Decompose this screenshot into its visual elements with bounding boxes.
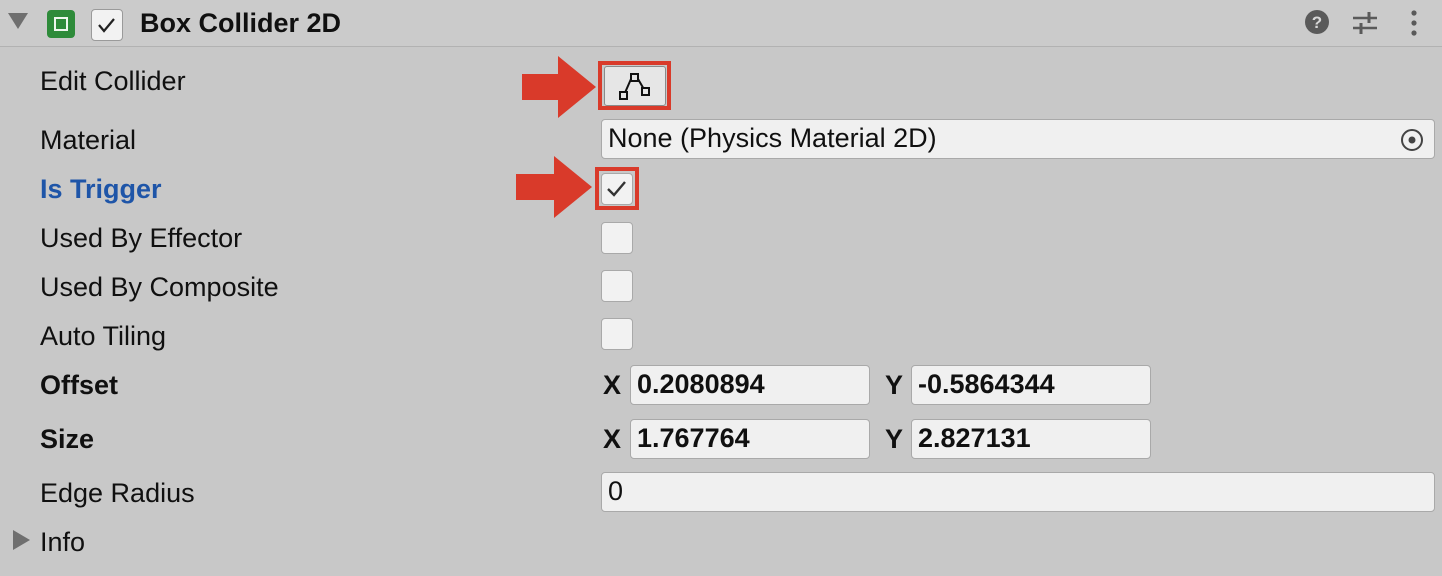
size-y-value: 2.827131 (918, 423, 1031, 453)
component-header[interactable]: Box Collider 2D ? (0, 0, 1442, 47)
size-x-value: 1.767764 (637, 423, 750, 453)
edit-collider-label: Edit Collider (40, 66, 186, 96)
edge-radius-value: 0 (608, 476, 624, 506)
svg-text:?: ? (1312, 13, 1322, 32)
material-label: Material (40, 125, 137, 155)
info-foldout-arrow-icon[interactable] (13, 530, 30, 550)
more-icon[interactable] (1402, 8, 1426, 38)
offset-y-field[interactable]: -0.5864344 (911, 365, 1151, 405)
checkmark-icon (98, 18, 115, 33)
presets-icon[interactable] (1350, 8, 1380, 38)
annotation-arrow (516, 156, 592, 218)
size-y-label: Y (885, 424, 904, 454)
help-icon[interactable]: ? (1303, 8, 1331, 36)
is-trigger-highlight (595, 167, 639, 210)
auto-tiling-checkbox[interactable] (601, 318, 633, 350)
offset-label: Offset (40, 370, 119, 400)
size-label: Size (40, 424, 95, 454)
offset-x-field[interactable]: 0.2080894 (630, 365, 870, 405)
object-picker-icon[interactable] (1399, 127, 1425, 153)
edge-radius-label: Edge Radius (40, 478, 195, 508)
component-title: Box Collider 2D (140, 8, 342, 38)
used-by-effector-checkbox[interactable] (601, 222, 633, 254)
offset-y-label: Y (885, 370, 904, 400)
size-y-field[interactable]: 2.827131 (911, 419, 1151, 459)
auto-tiling-label: Auto Tiling (40, 321, 167, 351)
used-by-effector-label: Used By Effector (40, 223, 243, 253)
offset-x-value: 0.2080894 (637, 369, 765, 399)
edit-collider-highlight (598, 61, 671, 110)
foldout-arrow-icon[interactable] (8, 13, 28, 29)
size-x-label: X (603, 424, 622, 454)
offset-y-value: -0.5864344 (918, 369, 1055, 399)
material-value: None (Physics Material 2D) (608, 123, 937, 153)
material-field[interactable]: None (Physics Material 2D) (601, 119, 1435, 159)
annotation-arrow (522, 56, 596, 118)
info-foldout-label[interactable]: Info (40, 526, 85, 558)
is-trigger-label: Is Trigger (40, 174, 162, 204)
edge-radius-field[interactable]: 0 (601, 472, 1435, 512)
size-x-field[interactable]: 1.767764 (630, 419, 870, 459)
enabled-checkbox[interactable] (91, 9, 123, 41)
box-collider-icon (47, 10, 75, 38)
offset-x-label: X (603, 370, 622, 400)
used-by-composite-label: Used By Composite (40, 272, 279, 302)
used-by-composite-checkbox[interactable] (601, 270, 633, 302)
